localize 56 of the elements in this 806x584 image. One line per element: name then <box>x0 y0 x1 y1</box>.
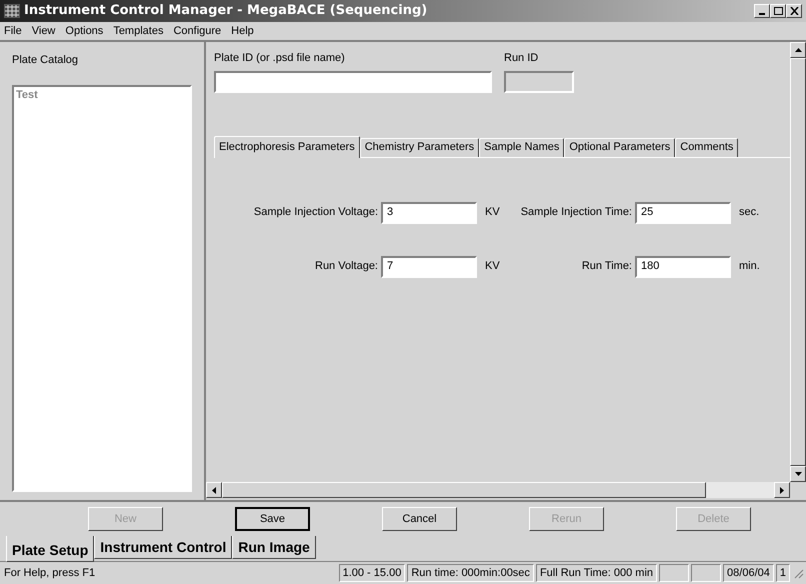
status-text: For Help, press F1 <box>3 566 96 581</box>
unit-label: sec. <box>738 205 760 220</box>
input-field[interactable]: 25 <box>635 202 731 224</box>
down-arrow-icon <box>794 472 802 476</box>
unit-label: min. <box>738 259 761 274</box>
status-pane: Full Run Time: 000 min <box>536 564 658 582</box>
up-arrow-icon <box>794 48 802 52</box>
horizontal-scrollbar[interactable] <box>206 482 790 498</box>
status-pane: Run time: 000min:00sec <box>407 564 534 582</box>
resize-grip-icon <box>792 567 804 579</box>
status-pane <box>659 564 690 582</box>
status-pane: 1.00 - 15.00 <box>338 564 406 582</box>
action-button[interactable]: Cancel <box>382 507 457 531</box>
right-arrow-icon <box>780 486 784 494</box>
tab[interactable]: Optional Parameters <box>564 138 676 156</box>
close-icon <box>790 7 798 15</box>
status-pane: 08/06/04 <box>723 564 774 582</box>
panel-label: Plate Catalog <box>12 53 80 68</box>
plate-id-field[interactable] <box>214 70 492 92</box>
menu-item[interactable]: Templates <box>113 22 164 40</box>
tab[interactable]: Plate Setup <box>6 536 94 562</box>
maximize-icon <box>774 7 782 15</box>
window-title: Instrument Control Manager - MegaBACE (Sequencing) <box>24 2 428 20</box>
tab[interactable]: Chemistry Parameters <box>360 138 480 156</box>
status-pane <box>691 564 722 582</box>
menu-item[interactable]: Help <box>231 22 254 40</box>
field-label: Sample Injection Voltage: <box>252 205 378 220</box>
tab[interactable]: Comments <box>675 138 738 156</box>
field-label: Run Time: <box>580 259 632 274</box>
action-button[interactable]: Save <box>235 507 310 531</box>
tab[interactable]: Instrument Control <box>94 536 232 559</box>
tab[interactable]: Electrophoresis Parameters <box>214 136 360 158</box>
minimize-button[interactable] <box>754 4 770 18</box>
tab[interactable]: Run Image <box>232 536 316 559</box>
app-icon <box>4 4 20 18</box>
menu-item[interactable]: Options <box>65 22 104 40</box>
menu-item[interactable]: Configure <box>173 22 222 40</box>
left-arrow-icon <box>212 486 216 494</box>
menu-item[interactable]: File <box>4 22 22 40</box>
menu-item[interactable]: View <box>32 22 56 40</box>
field-label: Sample Injection Time: <box>520 205 632 220</box>
unit-label: KV <box>484 205 501 220</box>
status-pane: 1 <box>776 564 790 582</box>
field-label: Run ID <box>504 51 540 66</box>
vertical-scrollbar[interactable] <box>790 42 806 482</box>
plate-list[interactable]: Test <box>12 84 192 492</box>
maximize-button[interactable] <box>770 4 786 18</box>
tab[interactable]: Sample Names <box>479 138 564 156</box>
field-label: Run Voltage: <box>314 259 378 274</box>
close-button[interactable] <box>786 4 802 18</box>
input-field[interactable]: 7 <box>381 256 477 278</box>
unit-label: KV <box>484 259 501 274</box>
input-field[interactable]: 3 <box>381 202 477 224</box>
input-field[interactable]: 180 <box>635 256 731 278</box>
field-label: Plate ID (or .psd file name) <box>214 51 346 66</box>
list-item[interactable]: Test <box>16 86 188 103</box>
